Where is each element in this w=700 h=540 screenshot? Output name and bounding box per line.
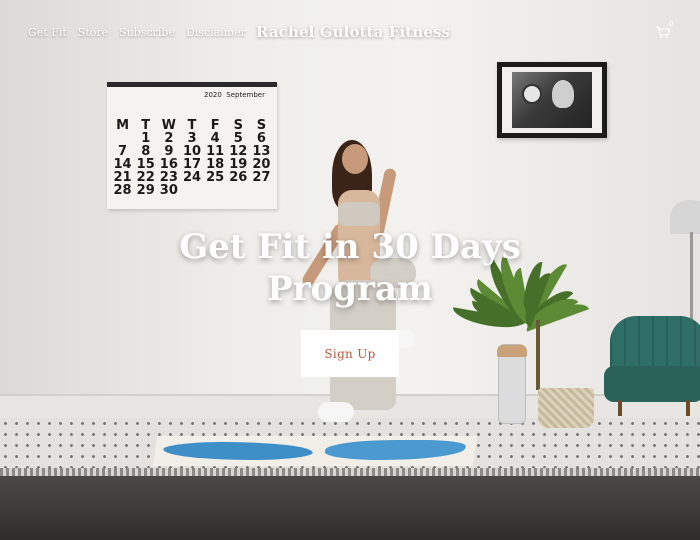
wall-calendar: 2020 September M T W T F S S 1 2 3 4 5 6 7 8 9 10 11 12 13 1… (107, 82, 277, 209)
calendar-month: September (226, 91, 265, 99)
framed-portrait (497, 62, 607, 138)
calendar-cell: M (116, 118, 130, 133)
nav-disclaimer[interactable]: Disclaimer (186, 26, 246, 39)
nav-store[interactable]: Store (78, 26, 108, 39)
cart-count: 0 (669, 20, 674, 28)
plant-basket (538, 388, 594, 428)
calendar-cell (180, 184, 203, 197)
calendar-cell (227, 184, 250, 197)
palm-stem (536, 320, 540, 390)
main-nav: Get Fit Store Subscribe Disclaimer (28, 26, 246, 39)
site-header: Get Fit Store Subscribe Disclaimer Rache… (0, 0, 700, 70)
hero-title-line-1: Get Fit in 30 Days (179, 227, 521, 267)
calendar-header: 2020 September (204, 91, 265, 99)
hero-title: Get Fit in 30 Days Program (150, 226, 550, 310)
calendar-cell: 29 (136, 183, 155, 198)
calendar-cell: 26 (229, 170, 248, 185)
calendar-cell (204, 184, 227, 197)
calendar-cell (250, 184, 273, 197)
calendar-cell: 28 (113, 183, 132, 198)
nav-subscribe[interactable]: Subscribe (119, 26, 175, 39)
portrait-photo (512, 72, 592, 128)
floor-lamp (670, 200, 700, 234)
calendar-cell: 27 (252, 170, 271, 185)
armchair (604, 316, 700, 416)
yoga-mat (152, 436, 478, 466)
calendar-cell: 25 (206, 170, 225, 185)
sign-up-button[interactable]: Sign Up (301, 330, 399, 377)
site-title[interactable]: Rachel Gulotta Fitness (256, 23, 450, 41)
calendar-cell: 24 (182, 170, 202, 185)
calendar-year: 2020 (204, 91, 222, 99)
floor (0, 476, 700, 540)
cart-icon[interactable] (655, 24, 677, 42)
nav-get-fit[interactable]: Get Fit (28, 26, 67, 39)
hero-title-line-2: Program (267, 269, 433, 309)
calendar-cell: 30 (159, 183, 178, 198)
calendar-grid: M T W T F S S 1 2 3 4 5 6 7 8 9 10 11 12 13 14 15 16 17 18 19 20 21… (111, 119, 273, 197)
